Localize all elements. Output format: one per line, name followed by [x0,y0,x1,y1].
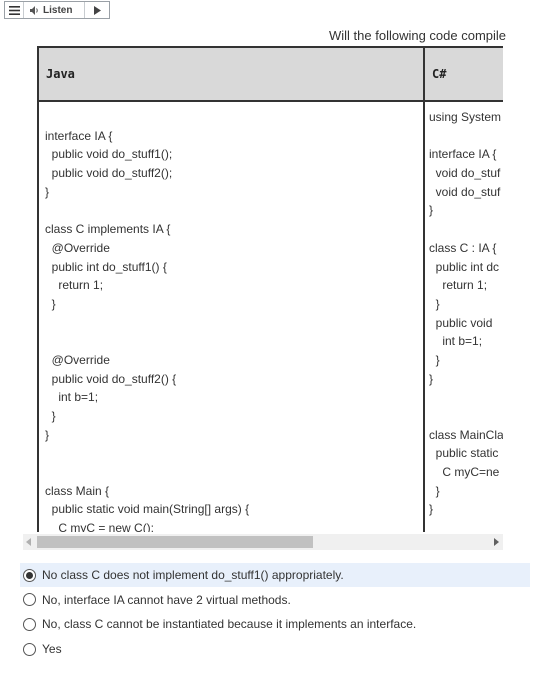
scrollbar-thumb[interactable] [37,536,313,548]
answer-options: No class C does not implement do_stuff1(… [20,563,530,662]
horizontal-scrollbar[interactable] [23,534,503,550]
code-line: class Main { [45,483,110,498]
code-line: @Override [45,240,110,255]
code-line: void do_stuf [429,184,501,199]
answer-option-label: No, class C cannot be instantiated becau… [42,617,417,632]
code-line: } [429,502,434,517]
answer-option[interactable]: No class C does not implement do_stuff1(… [20,563,530,587]
code-line: public void do_stuff2() { [45,371,177,386]
answer-option-label: Yes [42,642,62,657]
code-line: interface IA { [45,128,113,143]
answer-option-label: No class C does not implement do_stuff1(… [42,568,344,582]
answer-option[interactable]: Yes [20,637,530,661]
code-line: void do_stuf [429,166,501,181]
listen-toolbar: Listen [4,1,110,19]
code-line: } [45,184,50,199]
scroll-right-arrow-icon[interactable] [494,538,499,546]
csharp-code-cell: using System interface IA { void do_stuf … [423,99,503,532]
code-line: return 1; [429,278,488,293]
code-line: } [45,427,50,442]
code-line: int b=1; [429,334,483,349]
speaker-icon [30,5,38,15]
listen-label: Listen [43,4,73,16]
code-line: class C implements IA { [45,222,171,237]
code-line: } [429,371,434,386]
code-line: public void do_stuff2(); [45,166,173,181]
code-line: class MainCla [429,427,503,442]
java-code-cell: interface IA { public void do_stuff1(); … [37,99,425,532]
code-line: public int dc [429,259,500,274]
menu-icon[interactable] [5,2,24,18]
csharp-column-header: C# [423,46,503,102]
play-icon [93,5,101,15]
code-comparison-table: Java C# interface IA { public void do_st… [37,46,503,532]
code-line: class C : IA { [429,240,497,255]
code-line: } [45,409,56,423]
radio-button[interactable] [23,568,36,582]
answer-option-label: No, interface IA cannot have 2 virtual m… [42,592,291,607]
code-line: public void [429,315,493,330]
code-line: C myC=ne [429,465,500,480]
code-line: int b=1; [45,390,99,405]
radio-button[interactable] [23,642,36,656]
code-line: public void do_stuff1(); [45,147,173,162]
code-comparison-scroll-area: Java C# interface IA { public void do_st… [37,46,503,532]
code-line: C myC = new C(); [45,521,155,532]
listen-button[interactable]: Listen [24,2,85,18]
code-line: @Override [45,352,110,367]
answer-option[interactable]: No, class C cannot be instantiated becau… [20,612,530,636]
code-line: } [45,296,56,311]
code-line: } [429,483,440,498]
code-line: public static void main(String[] args) { [45,502,250,517]
question-title: Will the following code compile [329,28,507,43]
code-line: } [429,352,440,367]
code-line: using System [429,110,502,124]
code-line: } [429,296,440,311]
play-button[interactable] [85,2,109,18]
radio-button[interactable] [23,593,36,607]
code-line: interface IA { [429,147,497,162]
answer-option[interactable]: No, interface IA cannot have 2 virtual m… [20,588,530,612]
java-column-header: Java [37,46,425,102]
radio-button[interactable] [23,617,36,631]
code-line: public static [429,446,499,461]
code-line: } [429,203,434,218]
code-line: public int do_stuff1() { [45,259,167,274]
code-line: return 1; [45,278,104,293]
scroll-left-arrow-icon[interactable] [26,538,31,546]
